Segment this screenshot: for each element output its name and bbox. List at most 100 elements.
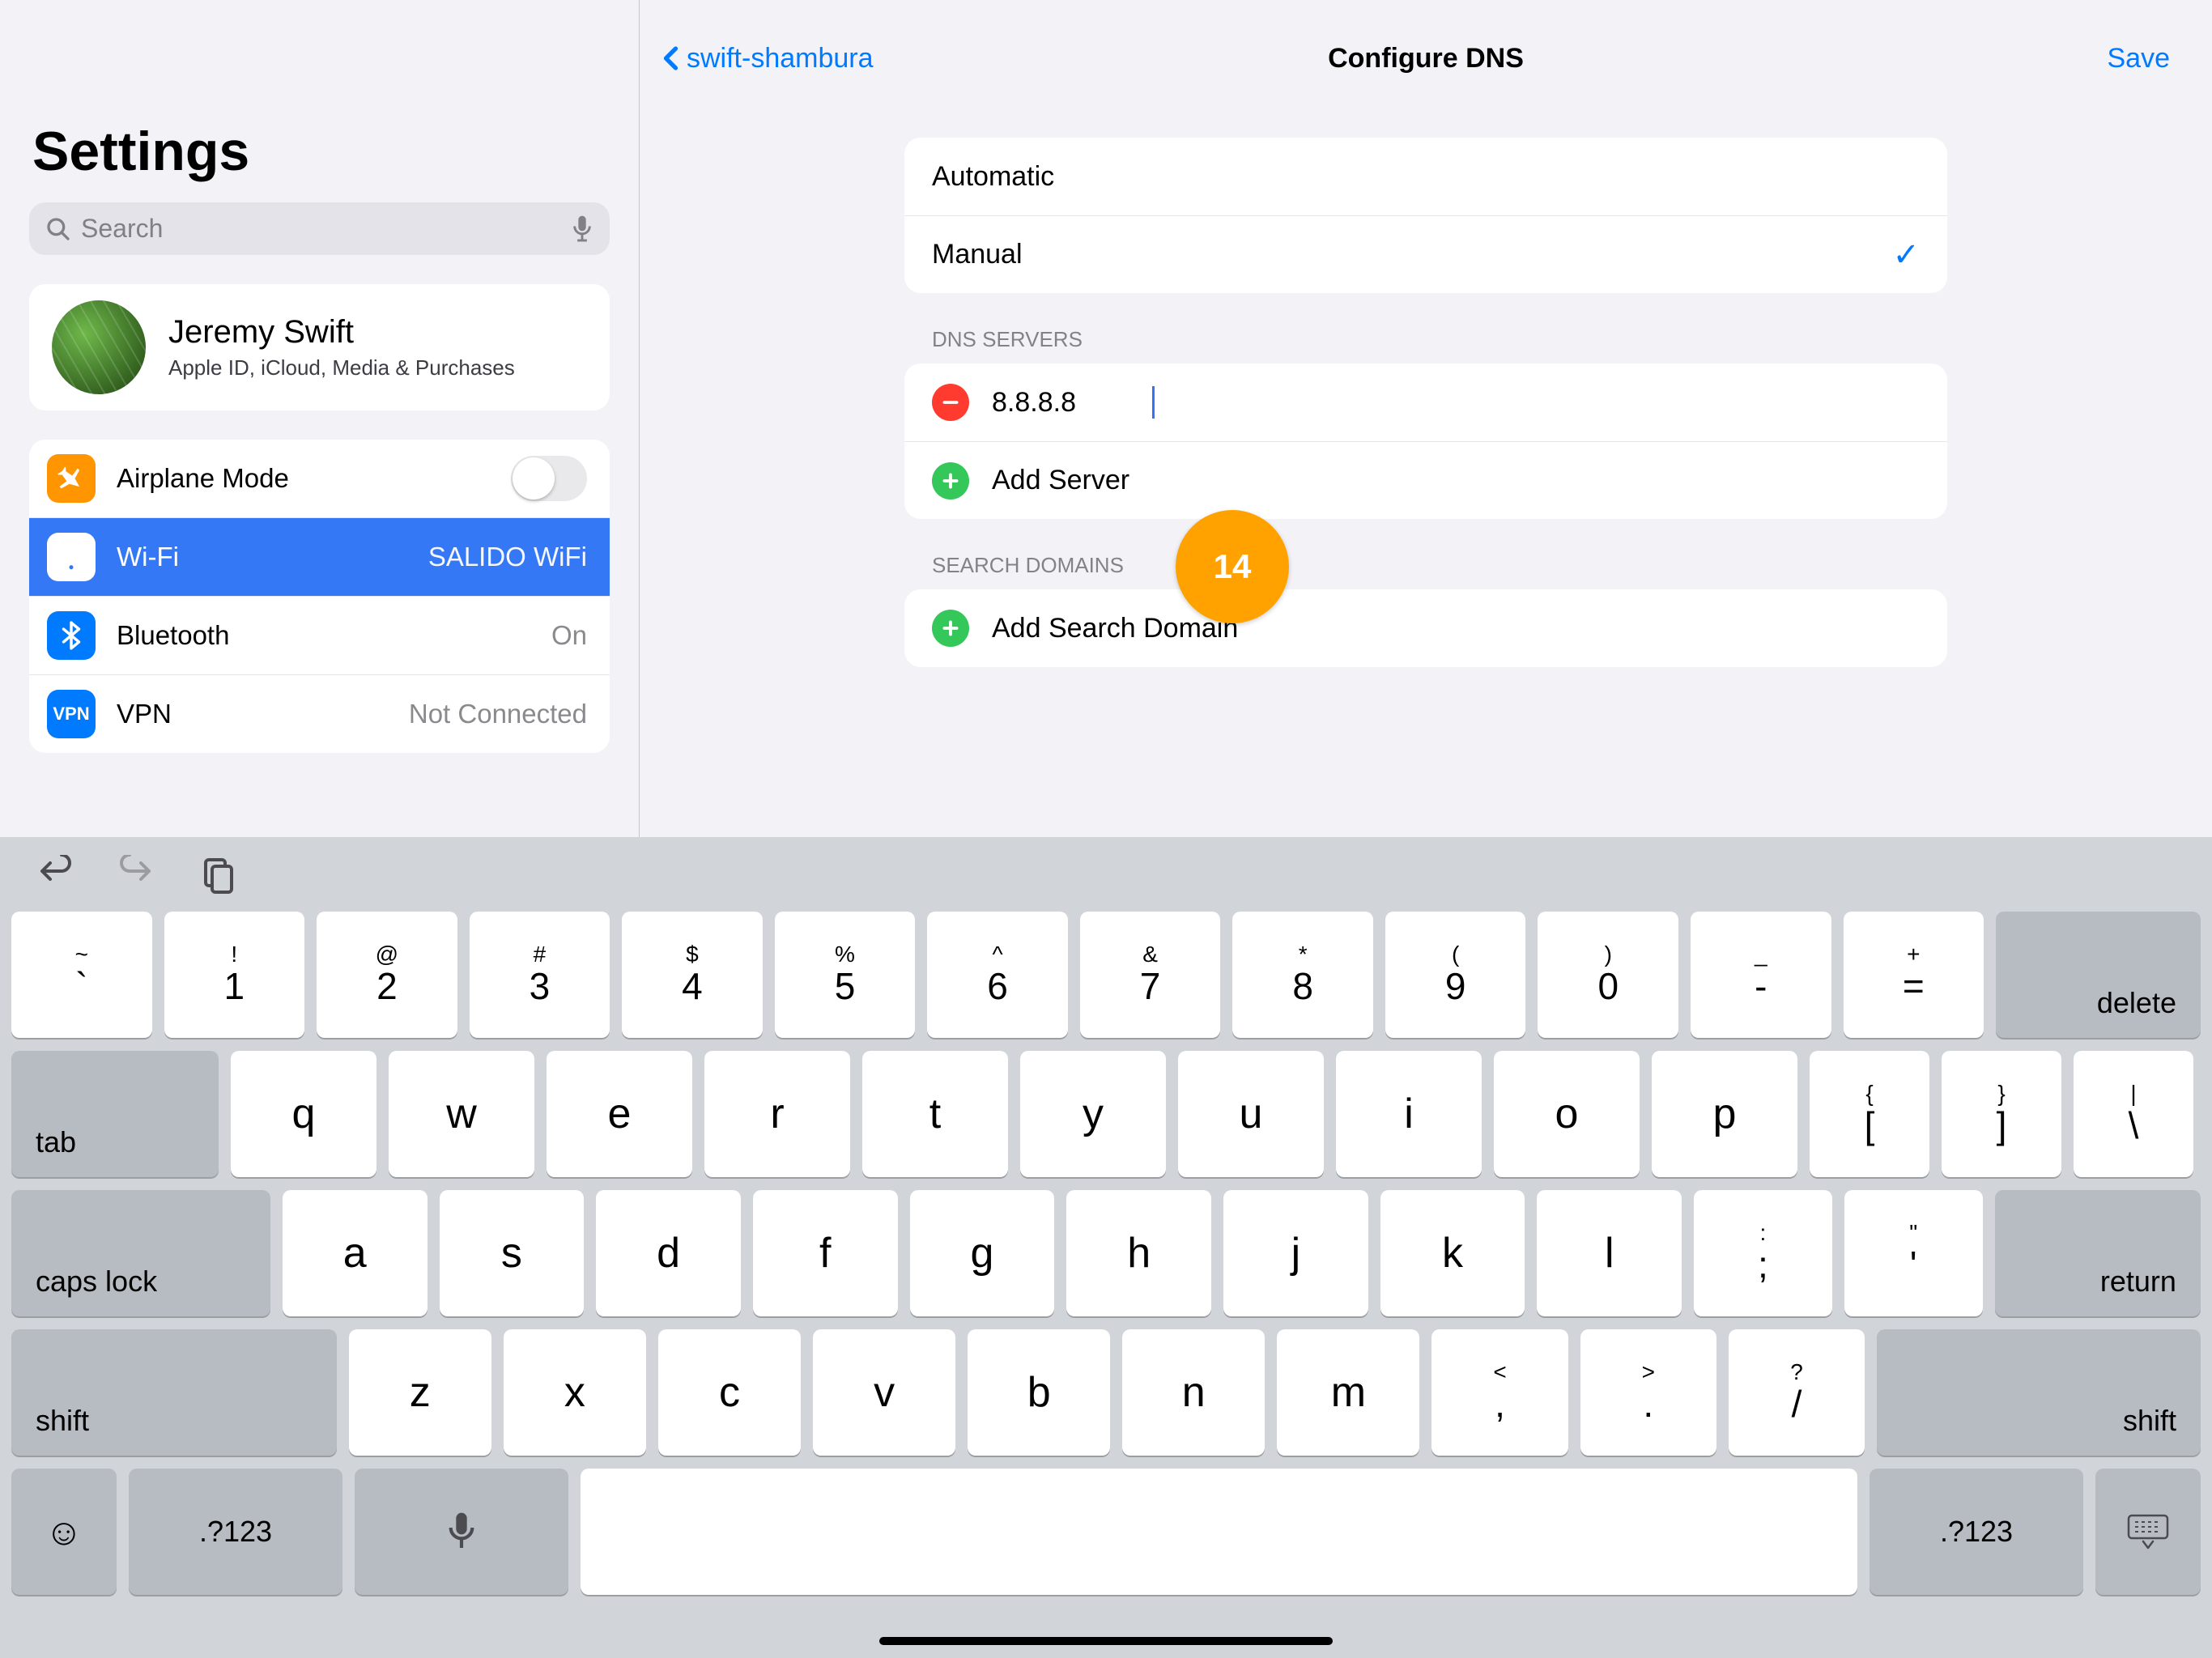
add-search-domain-label: Add Search Domain — [992, 613, 1238, 644]
remove-icon[interactable] — [932, 384, 969, 421]
key-[[interactable]: {[ — [1810, 1051, 1929, 1177]
key-shift-left[interactable]: shift — [11, 1329, 337, 1456]
key-n[interactable]: n — [1122, 1329, 1265, 1456]
key-9[interactable]: (9 — [1385, 912, 1526, 1038]
key-0[interactable]: )0 — [1538, 912, 1678, 1038]
key-shift-right[interactable]: shift — [1877, 1329, 2201, 1456]
dictate-icon[interactable] — [571, 215, 593, 244]
key--[interactable]: _- — [1691, 912, 1831, 1038]
bluetooth-icon — [47, 611, 96, 660]
key-z[interactable]: z — [349, 1329, 491, 1456]
page-title: Configure DNS — [640, 43, 2212, 74]
key-delete[interactable]: delete — [1996, 912, 2201, 1038]
settings-sidebar: Settings Jeremy Swift Apple ID, iCloud, … — [0, 0, 640, 837]
key-l[interactable]: l — [1537, 1190, 1682, 1316]
key-;[interactable]: :; — [1694, 1190, 1832, 1316]
key-1[interactable]: !1 — [164, 912, 305, 1038]
key-g[interactable]: g — [910, 1190, 1055, 1316]
vpn-label: VPN — [117, 699, 409, 729]
key-8[interactable]: *8 — [1232, 912, 1373, 1038]
key-/[interactable]: ?/ — [1729, 1329, 1865, 1456]
add-server-row[interactable]: Add Server — [904, 441, 1947, 519]
key-i[interactable]: i — [1336, 1051, 1482, 1177]
key-b[interactable]: b — [968, 1329, 1110, 1456]
key-emoji[interactable]: ☺ — [11, 1469, 117, 1595]
sidebar-item-bluetooth[interactable]: Bluetooth On — [29, 596, 610, 674]
airplane-toggle[interactable] — [511, 456, 587, 501]
key-6[interactable]: ^6 — [927, 912, 1068, 1038]
add-icon[interactable] — [932, 610, 969, 647]
key-return[interactable]: return — [1995, 1190, 2201, 1316]
key-k[interactable]: k — [1380, 1190, 1525, 1316]
key-num-left[interactable]: .?123 — [129, 1469, 342, 1595]
key-a[interactable]: a — [283, 1190, 428, 1316]
key-,[interactable]: <, — [1431, 1329, 1568, 1456]
search-input[interactable] — [81, 214, 571, 244]
avatar — [52, 300, 146, 394]
key-e[interactable]: e — [547, 1051, 692, 1177]
sidebar-item-airplane[interactable]: Airplane Mode — [29, 440, 610, 517]
search-icon — [45, 216, 71, 242]
back-label: swift-shambura — [687, 43, 874, 74]
key-o[interactable]: o — [1494, 1051, 1640, 1177]
search-field[interactable] — [29, 202, 610, 255]
dns-server-input[interactable] — [992, 387, 1154, 419]
key-num-right[interactable]: .?123 — [1870, 1469, 2083, 1595]
key-t[interactable]: t — [862, 1051, 1008, 1177]
sidebar-item-wifi[interactable]: Wi-Fi SALIDO WiFi — [29, 517, 610, 596]
key-dictate[interactable] — [355, 1469, 568, 1595]
add-server-label: Add Server — [992, 465, 1129, 496]
wifi-label: Wi-Fi — [117, 542, 428, 572]
key-d[interactable]: d — [596, 1190, 741, 1316]
airplane-icon — [47, 454, 96, 503]
back-button[interactable]: swift-shambura — [657, 40, 874, 76]
dns-option-automatic[interactable]: Automatic — [904, 138, 1947, 215]
key-u[interactable]: u — [1178, 1051, 1324, 1177]
key-dismiss[interactable] — [2095, 1469, 2201, 1595]
key-7[interactable]: &7 — [1080, 912, 1221, 1038]
dns-servers-header: DNS SERVERS — [932, 327, 1947, 352]
sidebar-item-vpn[interactable]: VPN VPN Not Connected — [29, 674, 610, 753]
redo-button[interactable] — [117, 855, 155, 894]
key-p[interactable]: p — [1652, 1051, 1797, 1177]
keyboard: ~`!1@2#3$4%5^6&7*8(9)0_-+=deletetabqwert… — [0, 837, 2212, 1658]
text-cursor — [1152, 386, 1155, 419]
dns-option-manual[interactable]: Manual ✓ — [904, 215, 1947, 293]
key-r[interactable]: r — [704, 1051, 850, 1177]
key-space[interactable] — [581, 1469, 1857, 1595]
key-q[interactable]: q — [231, 1051, 376, 1177]
dns-server-row[interactable] — [904, 363, 1947, 441]
home-indicator — [879, 1637, 1333, 1645]
key-`[interactable]: ~` — [11, 912, 152, 1038]
clipboard-button[interactable] — [198, 855, 236, 894]
key-tab[interactable]: tab — [11, 1051, 219, 1177]
key-x[interactable]: x — [504, 1329, 646, 1456]
key-w[interactable]: w — [389, 1051, 534, 1177]
key-s[interactable]: s — [440, 1190, 585, 1316]
key-y[interactable]: y — [1020, 1051, 1166, 1177]
key-.[interactable]: >. — [1580, 1329, 1716, 1456]
key-f[interactable]: f — [753, 1190, 898, 1316]
key-][interactable]: }] — [1942, 1051, 2061, 1177]
key-=[interactable]: += — [1844, 912, 1984, 1038]
key-'[interactable]: "' — [1844, 1190, 1983, 1316]
key-2[interactable]: @2 — [317, 912, 457, 1038]
key-5[interactable]: %5 — [775, 912, 916, 1038]
key-capslock[interactable]: caps lock — [11, 1190, 270, 1316]
key-c[interactable]: c — [658, 1329, 801, 1456]
key-j[interactable]: j — [1223, 1190, 1368, 1316]
save-button[interactable]: Save — [2108, 43, 2171, 74]
key-3[interactable]: #3 — [470, 912, 610, 1038]
key-v[interactable]: v — [813, 1329, 955, 1456]
account-card[interactable]: Jeremy Swift Apple ID, iCloud, Media & P… — [29, 284, 610, 410]
add-search-domain-row[interactable]: Add Search Domain — [904, 589, 1947, 667]
add-icon[interactable] — [932, 462, 969, 500]
key-\[interactable]: |\ — [2074, 1051, 2193, 1177]
key-h[interactable]: h — [1066, 1190, 1211, 1316]
settings-title: Settings — [32, 120, 610, 183]
key-4[interactable]: $4 — [622, 912, 763, 1038]
annotation-badge: 14 — [1176, 510, 1289, 623]
chevron-left-icon — [657, 40, 687, 76]
key-m[interactable]: m — [1277, 1329, 1419, 1456]
undo-button[interactable] — [36, 855, 74, 894]
